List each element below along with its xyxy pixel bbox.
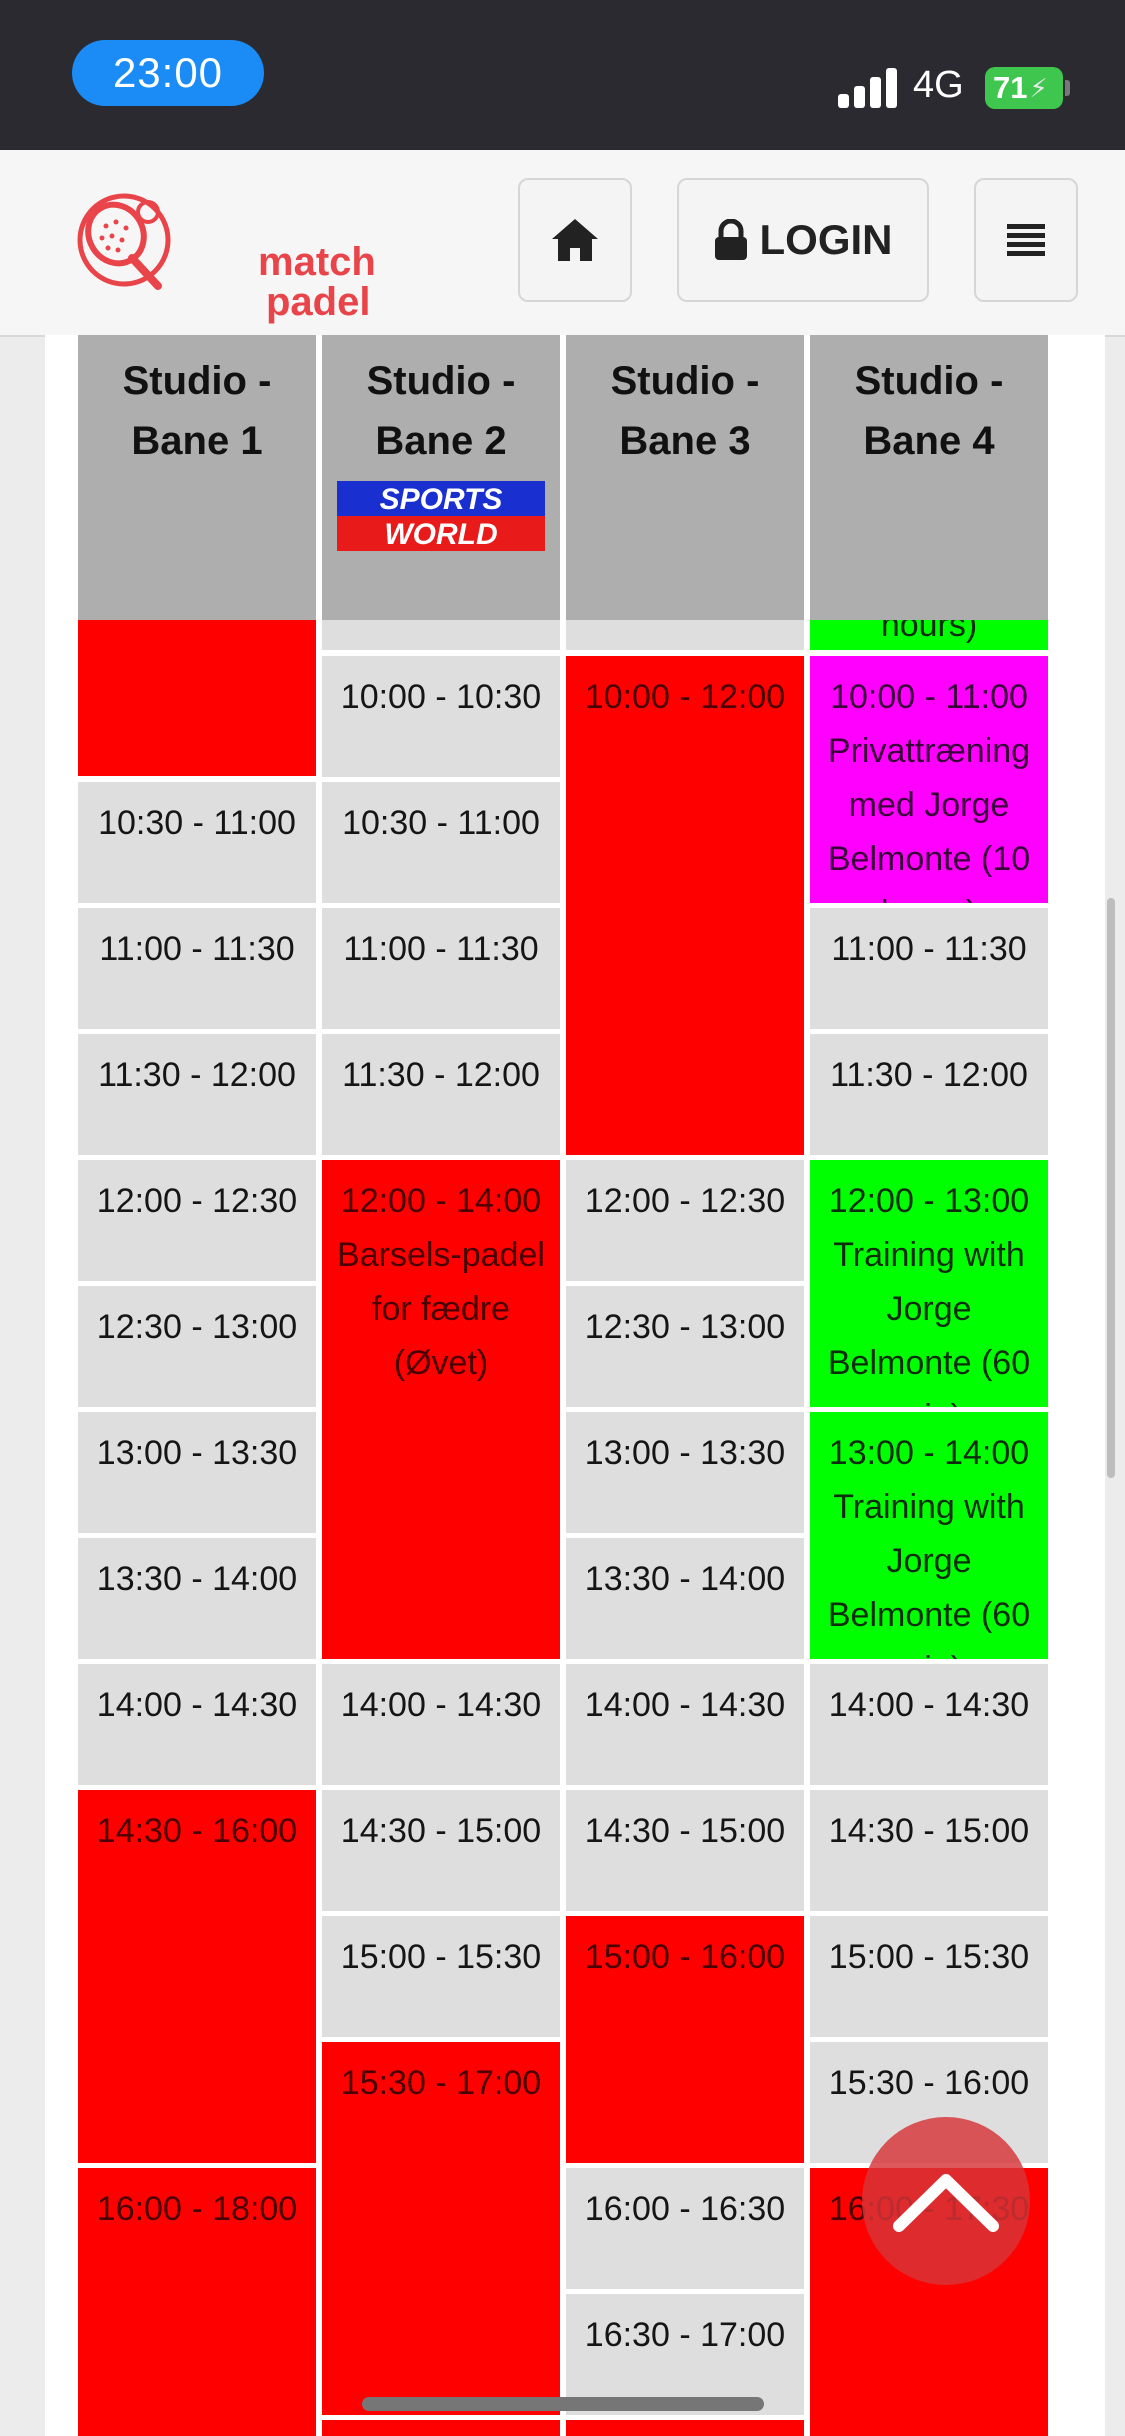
status-time: 23:00 [72, 40, 264, 106]
time-slot[interactable] [322, 620, 560, 650]
time-slot[interactable]: 15:00 - 15:30 [322, 1916, 560, 2037]
training-slot[interactable]: 12:00 - 13:00 Training with Jorge Belmon… [810, 1160, 1048, 1407]
battery-icon: 71 ⚡ [985, 67, 1063, 109]
site-header: match padel LOGIN [0, 150, 1125, 337]
lock-icon [714, 219, 747, 260]
booked-slot: 16:00 - 18:00 [78, 2168, 316, 2436]
time-slot[interactable]: 13:00 - 13:30 [78, 1412, 316, 1533]
booked-slot [78, 620, 316, 776]
court-column-3: Studio - Bane 3 10:00 - 12:00 12:00 - 12:… [566, 335, 804, 2436]
court-header: Studio - Bane 2 SPORTS WORLD [322, 335, 560, 620]
time-slot[interactable]: 14:00 - 14:30 [78, 1664, 316, 1785]
time-slot[interactable]: 16:00 - 16:30 [566, 2168, 804, 2289]
time-slot[interactable]: 14:30 - 15:00 [810, 1790, 1048, 1911]
training-slot[interactable]: 13:00 - 14:00 Training with Jorge Belmon… [810, 1412, 1048, 1659]
court-column-1: Studio - Bane 1 10:30 - 11:00 11:00 - 11:… [78, 335, 316, 2436]
time-slot[interactable]: 15:00 - 15:30 [810, 1916, 1048, 2037]
booked-slot: 14:30 - 16:00 [78, 1790, 316, 2163]
login-button[interactable]: LOGIN [677, 178, 929, 302]
time-slot[interactable]: 10:00 - 10:30 [322, 656, 560, 777]
time-slot[interactable] [566, 620, 804, 650]
time-slot[interactable]: 13:30 - 14:00 [78, 1538, 316, 1659]
booked-slot: 10:00 - 12:00 [566, 656, 804, 1155]
network-type: 4G [913, 64, 964, 106]
battery-cap [1065, 80, 1070, 96]
home-button[interactable] [518, 178, 632, 302]
time-slot[interactable]: 14:00 - 14:30 [810, 1664, 1048, 1785]
home-icon [552, 219, 598, 261]
svg-text:SPORTS: SPORTS [380, 483, 503, 516]
court-grid: Studio - Bane 1 10:30 - 11:00 11:00 - 11:… [78, 335, 1048, 2436]
sports-world-logo: SPORTS WORLD [337, 481, 545, 551]
booked-slot: 12:00 - 14:00 Barsels-padel for fædre (Ø… [322, 1160, 560, 1659]
login-label: LOGIN [759, 216, 893, 263]
time-slot[interactable]: 12:00 - 12:30 [566, 1160, 804, 1281]
court-column-2: Studio - Bane 2 SPORTS WORLD 10:00 - 10:3… [322, 335, 560, 2436]
time-slot[interactable]: 11:00 - 11:30 [810, 908, 1048, 1029]
time-slot[interactable]: 11:00 - 11:30 [78, 908, 316, 1029]
court-header: Studio - Bane 1 [78, 335, 316, 620]
logo-text: match padel [258, 240, 376, 324]
court-header: Studio - Bane 3 [566, 335, 804, 620]
time-slot[interactable]: 14:00 - 14:30 [322, 1664, 560, 1785]
chevron-up-icon [893, 2174, 999, 2232]
training-slot[interactable]: hours) [810, 620, 1048, 650]
home-indicator[interactable] [362, 2397, 764, 2411]
time-slot[interactable]: 11:30 - 12:00 [810, 1034, 1048, 1155]
booked-slot: 15:00 - 16:00 [566, 1916, 804, 2163]
booked-slot [566, 2420, 804, 2436]
court-header: Studio - Bane 4 [810, 335, 1048, 620]
time-slot[interactable]: 14:30 - 15:00 [566, 1790, 804, 1911]
time-slot[interactable]: 12:30 - 13:00 [78, 1286, 316, 1407]
time-slot[interactable]: 12:00 - 12:30 [78, 1160, 316, 1281]
time-slot[interactable]: 11:00 - 11:30 [322, 908, 560, 1029]
match-padel-logo[interactable]: match padel [72, 190, 376, 322]
menu-button[interactable] [974, 178, 1078, 302]
booked-slot: 15:30 - 17:00 [322, 2042, 560, 2415]
time-slot[interactable]: 10:30 - 11:00 [78, 782, 316, 903]
time-slot[interactable]: 11:30 - 12:00 [322, 1034, 560, 1155]
time-slot[interactable]: 14:30 - 15:00 [322, 1790, 560, 1911]
booked-slot [322, 2420, 560, 2436]
back-to-top-button[interactable] [862, 2117, 1030, 2285]
private-training-slot[interactable]: 10:00 - 11:00 Privattræning med Jorge Be… [810, 656, 1048, 903]
time-slot[interactable]: 13:30 - 14:00 [566, 1538, 804, 1659]
time-slot[interactable]: 10:30 - 11:00 [322, 782, 560, 903]
time-slot[interactable]: 13:00 - 13:30 [566, 1412, 804, 1533]
time-slot[interactable]: 11:30 - 12:00 [78, 1034, 316, 1155]
svg-text:WORLD: WORLD [384, 518, 497, 551]
battery-level: 71 [993, 70, 1028, 105]
padel-racket-icon [77, 193, 171, 290]
time-slot[interactable]: 14:00 - 14:30 [566, 1664, 804, 1785]
hamburger-icon [1007, 224, 1045, 256]
status-bar: 23:00 4G 71 ⚡ [0, 0, 1125, 150]
page-scrollbar[interactable] [1107, 898, 1115, 1478]
signal-icon [838, 64, 898, 108]
time-slot[interactable]: 12:30 - 13:00 [566, 1286, 804, 1407]
